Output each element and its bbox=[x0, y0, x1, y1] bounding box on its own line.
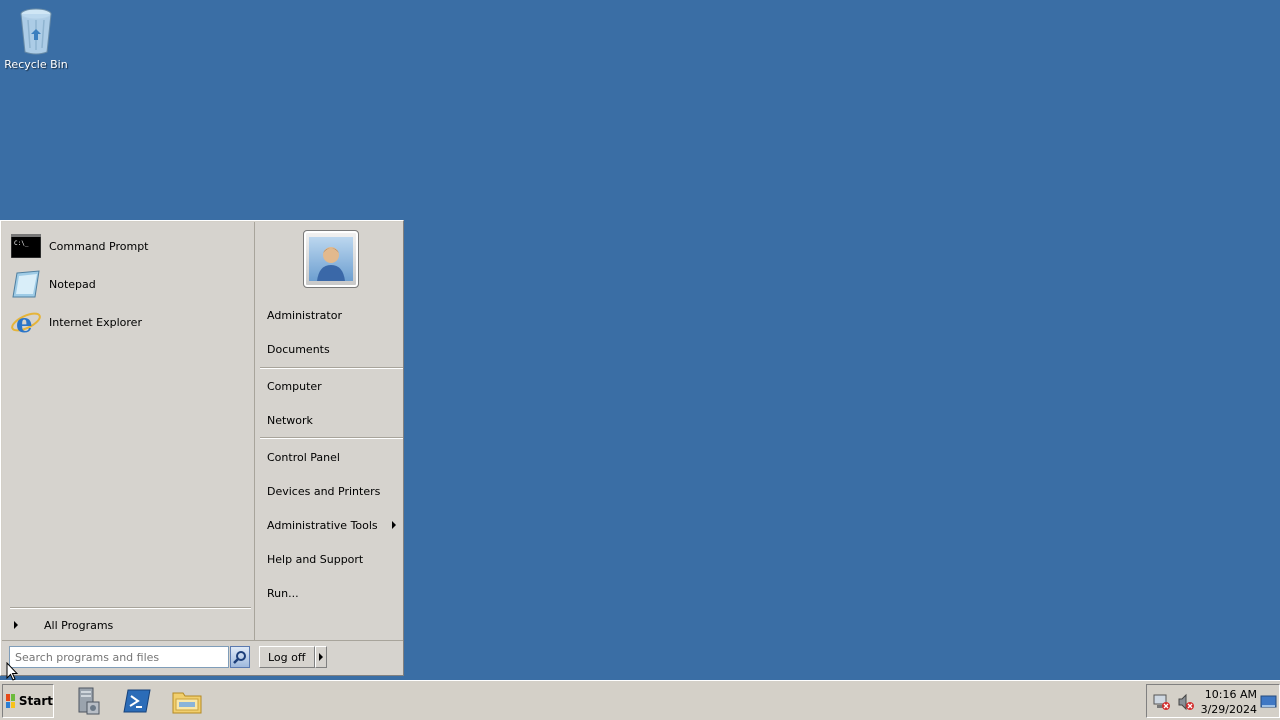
divider bbox=[260, 367, 403, 369]
user-picture[interactable] bbox=[303, 230, 359, 288]
start-label: Start bbox=[18, 694, 53, 708]
search-button[interactable] bbox=[230, 646, 250, 668]
clock-date: 3/29/2024 bbox=[1200, 703, 1257, 716]
clock-time: 10:16 AM bbox=[1204, 688, 1257, 701]
menu-item-label: Run... bbox=[267, 586, 299, 600]
menu-item-label: Administrative Tools bbox=[267, 518, 378, 532]
show-desktop-icon[interactable] bbox=[1260, 693, 1278, 711]
mouse-cursor-icon bbox=[6, 661, 19, 682]
taskbar-app-file-explorer[interactable] bbox=[169, 684, 205, 718]
log-off-button[interactable]: Log off bbox=[259, 646, 315, 668]
internet-explorer-icon: e bbox=[10, 306, 42, 338]
shutdown-options-button[interactable] bbox=[315, 646, 327, 668]
menu-item-network[interactable]: Network bbox=[259, 407, 400, 433]
start-button[interactable]: Start bbox=[2, 684, 54, 718]
submenu-arrow-icon bbox=[392, 521, 396, 529]
pinned-item-command-prompt[interactable]: C:\_ Command Prompt bbox=[10, 228, 250, 264]
svg-text:e: e bbox=[16, 309, 33, 338]
start-menu: C:\_ Command Prompt Notepad e Internet E… bbox=[0, 220, 404, 676]
menu-item-administrative-tools[interactable]: Administrative Tools bbox=[259, 512, 400, 538]
volume-muted-icon[interactable] bbox=[1177, 693, 1195, 711]
command-prompt-icon: C:\_ bbox=[10, 230, 42, 262]
windows-logo-icon bbox=[6, 694, 15, 708]
search-input[interactable] bbox=[15, 650, 228, 664]
menu-item-devices-and-printers[interactable]: Devices and Printers bbox=[259, 478, 400, 504]
log-off-label: Log off bbox=[268, 650, 306, 664]
menu-item-administrator[interactable]: Administrator bbox=[259, 302, 400, 328]
divider bbox=[260, 437, 403, 439]
search-box[interactable] bbox=[9, 646, 229, 668]
system-tray: 10:16 AM 3/29/2024 bbox=[1146, 684, 1280, 718]
menu-item-computer[interactable]: Computer bbox=[259, 373, 400, 399]
start-menu-right-pane: Administrator Documents Computer Network… bbox=[254, 222, 403, 640]
start-menu-bottom-bar: Log off bbox=[2, 640, 403, 675]
menu-item-label: Control Panel bbox=[267, 450, 340, 464]
pinned-item-internet-explorer[interactable]: e Internet Explorer bbox=[10, 304, 250, 340]
file-explorer-icon bbox=[172, 692, 202, 714]
arrow-right-icon bbox=[14, 621, 18, 629]
recycle-bin-icon bbox=[16, 6, 56, 56]
menu-item-label: Network bbox=[267, 413, 313, 427]
server-manager-icon bbox=[78, 687, 100, 715]
taskbar-app-server-manager[interactable] bbox=[70, 684, 106, 718]
menu-item-run[interactable]: Run... bbox=[259, 580, 400, 606]
taskbar: Start 10:16 AM 3/29/2024 bbox=[0, 680, 1280, 720]
taskbar-app-powershell[interactable] bbox=[119, 684, 155, 718]
menu-item-label: Documents bbox=[267, 342, 330, 356]
menu-item-label: Devices and Printers bbox=[267, 484, 381, 498]
menu-item-label: Administrator bbox=[267, 308, 342, 322]
network-error-icon[interactable] bbox=[1153, 693, 1171, 711]
all-programs-button[interactable]: All Programs bbox=[10, 613, 250, 637]
pinned-item-notepad[interactable]: Notepad bbox=[10, 266, 250, 302]
menu-item-label: Help and Support bbox=[267, 552, 364, 566]
menu-item-documents[interactable]: Documents bbox=[259, 336, 400, 362]
user-avatar-icon bbox=[309, 237, 353, 281]
menu-item-control-panel[interactable]: Control Panel bbox=[259, 444, 400, 470]
start-menu-left-pane: C:\_ Command Prompt Notepad e Internet E… bbox=[2, 222, 254, 640]
pinned-item-label: Command Prompt bbox=[49, 239, 149, 253]
clock[interactable]: 10:16 AM 3/29/2024 bbox=[1195, 687, 1257, 717]
menu-item-label: Computer bbox=[267, 379, 322, 393]
menu-item-help-and-support[interactable]: Help and Support bbox=[259, 546, 400, 572]
notepad-icon bbox=[10, 268, 42, 300]
svg-text:C:\_: C:\_ bbox=[14, 240, 29, 247]
search-icon bbox=[233, 651, 246, 664]
recycle-bin-label: Recycle Bin bbox=[4, 58, 68, 71]
all-programs-label: All Programs bbox=[44, 618, 114, 632]
recycle-bin[interactable]: Recycle Bin bbox=[4, 6, 68, 71]
pinned-item-label: Notepad bbox=[49, 277, 96, 291]
pinned-item-label: Internet Explorer bbox=[49, 315, 142, 329]
powershell-icon bbox=[123, 689, 151, 713]
arrow-right-icon bbox=[319, 653, 323, 661]
divider bbox=[10, 607, 251, 609]
